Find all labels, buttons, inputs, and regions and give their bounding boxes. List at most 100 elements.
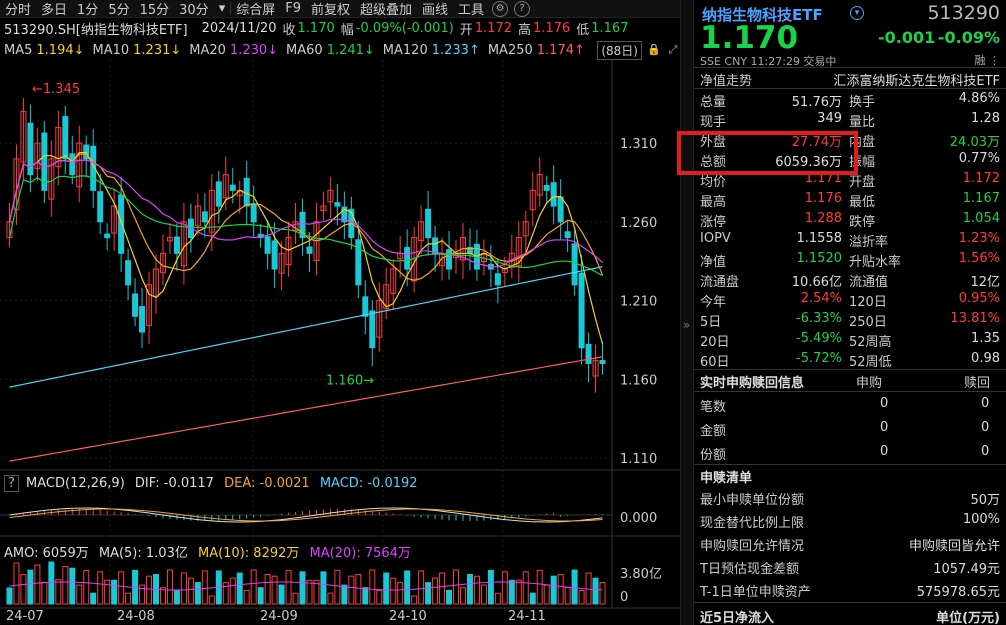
stat-label: 净值	[700, 255, 727, 270]
redeem-row-label: 金额	[700, 424, 727, 439]
volume-bar	[125, 592, 132, 605]
volume-bar	[529, 592, 536, 605]
low-value: 1.167	[591, 21, 629, 36]
volume-bar	[208, 595, 215, 605]
redeem-row: 份额 0 0	[694, 442, 1006, 463]
candle-body	[334, 202, 341, 207]
period-tab-5min[interactable]: 5分	[103, 0, 134, 18]
inflow-header: 近5日净流入 单位(万元)	[694, 605, 1006, 625]
redeem-purchase-value: 0	[880, 396, 889, 411]
tool-super-overlay[interactable]: 超级叠加	[355, 0, 417, 18]
volume-bar	[446, 589, 453, 605]
stat-value: 13.81%	[950, 311, 1000, 326]
candle-body	[585, 343, 592, 365]
margin-menu[interactable]: 融 ⋮	[975, 52, 1001, 68]
subscription-value: 申购赎回皆允许	[908, 539, 1000, 554]
date-label: 24-10	[389, 609, 427, 624]
tool-tools[interactable]: 工具	[453, 0, 489, 18]
volume-bar	[466, 573, 473, 605]
stat-label: IOPV	[700, 231, 731, 246]
quote-date: 2024/11/20	[201, 21, 277, 36]
volume-bar	[201, 570, 208, 605]
help-icon[interactable]: ?	[514, 0, 531, 17]
expand-icon[interactable]: ⤢	[666, 43, 680, 57]
stat-label: 现手	[700, 115, 727, 130]
period-tab-30min[interactable]: 30分	[174, 0, 214, 18]
volume-bar	[459, 587, 466, 605]
tool-forward-adjust[interactable]: 前复权	[306, 0, 355, 18]
volume-bar	[571, 569, 578, 605]
close-value: 1.170	[297, 21, 335, 36]
period-tab-multiday[interactable]: 多日	[36, 0, 72, 18]
candle-body	[362, 296, 369, 317]
candle-body	[306, 246, 313, 254]
settings-icon[interactable]: ⚙	[492, 0, 509, 17]
panel-collapse-handle[interactable]: »	[680, 0, 694, 625]
tool-draw-line[interactable]: 画线	[417, 0, 453, 18]
volume-bar	[494, 592, 501, 605]
volume-bar	[243, 589, 250, 605]
volume-bar	[55, 579, 62, 605]
nav-trend-row[interactable]: 净值走势 汇添富纳斯达克生物科技ETF	[694, 68, 1006, 89]
redeem-row-label: 份额	[700, 448, 727, 463]
stat-value: 1.172	[962, 171, 1000, 186]
volume-bar	[6, 587, 13, 605]
stat-label: 120日	[849, 295, 887, 310]
subscription-title: 申赎清单	[700, 471, 753, 486]
chevron-right-icon: »	[683, 318, 691, 332]
inflow-title: 近5日净流入	[700, 611, 775, 625]
dea-value: -0.0021	[259, 476, 310, 491]
subscription-row: 最小申赎单位份额 50万	[694, 486, 1006, 508]
tool-f9[interactable]: F9	[280, 1, 306, 16]
volume-bar	[180, 572, 187, 605]
volume-bar	[76, 584, 83, 605]
ma250-label: MA250	[487, 42, 533, 58]
candle-body	[173, 236, 180, 254]
volume-bar	[166, 569, 173, 605]
candle-body	[369, 310, 376, 349]
volume-bar	[111, 579, 118, 605]
volume-bar	[348, 575, 355, 605]
ma-day-count[interactable]: (88日)	[597, 40, 642, 60]
inflow-unit: 单位(万元)	[936, 611, 1000, 625]
stat-value: 1.28	[971, 111, 1000, 126]
price-change: -0.001	[878, 28, 936, 47]
candle-body	[355, 239, 362, 286]
price-axis-label: 1.160	[620, 373, 657, 388]
period-tab-15min[interactable]: 15分	[135, 0, 175, 18]
subscription-row: 现金替代比例上限 100%	[694, 509, 1006, 531]
kline-panel[interactable]: 分时 多日 1分 5分 15分 30分 ▾ 综合屏 F9 前复权 超级叠加 画线…	[0, 0, 680, 625]
tool-combined-screen[interactable]: 综合屏	[231, 0, 280, 18]
open-value: 1.172	[474, 21, 513, 36]
period-tab-1min[interactable]: 1分	[72, 0, 103, 18]
volume-bar	[425, 582, 432, 605]
macd-pane	[0, 507, 612, 523]
stats-row: 流通盘 10.66亿 流通值 12亿	[694, 269, 1006, 290]
low-annotation: 1.160→	[326, 373, 374, 388]
redeem-redeem-value: 0	[981, 444, 990, 459]
candle-body	[404, 246, 411, 270]
subscription-header: 申赎清单	[694, 465, 1006, 486]
ma-legend-row: MA5 1.194↓ MA10 1.231↓ MA20 1.230↓ MA60 …	[0, 40, 680, 60]
volume-bar	[480, 584, 487, 605]
stat-value: 1.054	[962, 211, 1000, 226]
amo-axis-zero: 0	[620, 590, 629, 605]
stats-row: 20日 -5.49% 52周高 1.35	[694, 329, 1006, 350]
change-value: -0.09%(-0.001)	[355, 21, 454, 36]
candle-body	[139, 306, 146, 333]
date-label: 24-11	[508, 609, 546, 624]
stat-label: 20日	[700, 335, 730, 350]
fund-code: 513290	[927, 2, 1000, 24]
kline-chart[interactable]: 1.310 1.260 1.210 1.160 1.110 ←1.345 1.160→	[0, 60, 680, 625]
period-dropdown-icon[interactable]: ▾	[214, 1, 231, 16]
candle-body	[564, 231, 571, 239]
candle-body	[571, 243, 578, 286]
stats-row: 现手 349 量比 1.28	[694, 109, 1006, 130]
period-tab-fenshi[interactable]: 分时	[0, 0, 36, 18]
dropdown-icon[interactable]: ▾	[850, 6, 864, 20]
macd-help-icon[interactable]: ?	[4, 475, 19, 492]
lock-icon[interactable]: 🔒	[647, 43, 661, 57]
stat-value: 0.77%	[958, 151, 1000, 166]
ma5-label: MA5	[4, 42, 33, 58]
amo-pane	[6, 561, 606, 605]
